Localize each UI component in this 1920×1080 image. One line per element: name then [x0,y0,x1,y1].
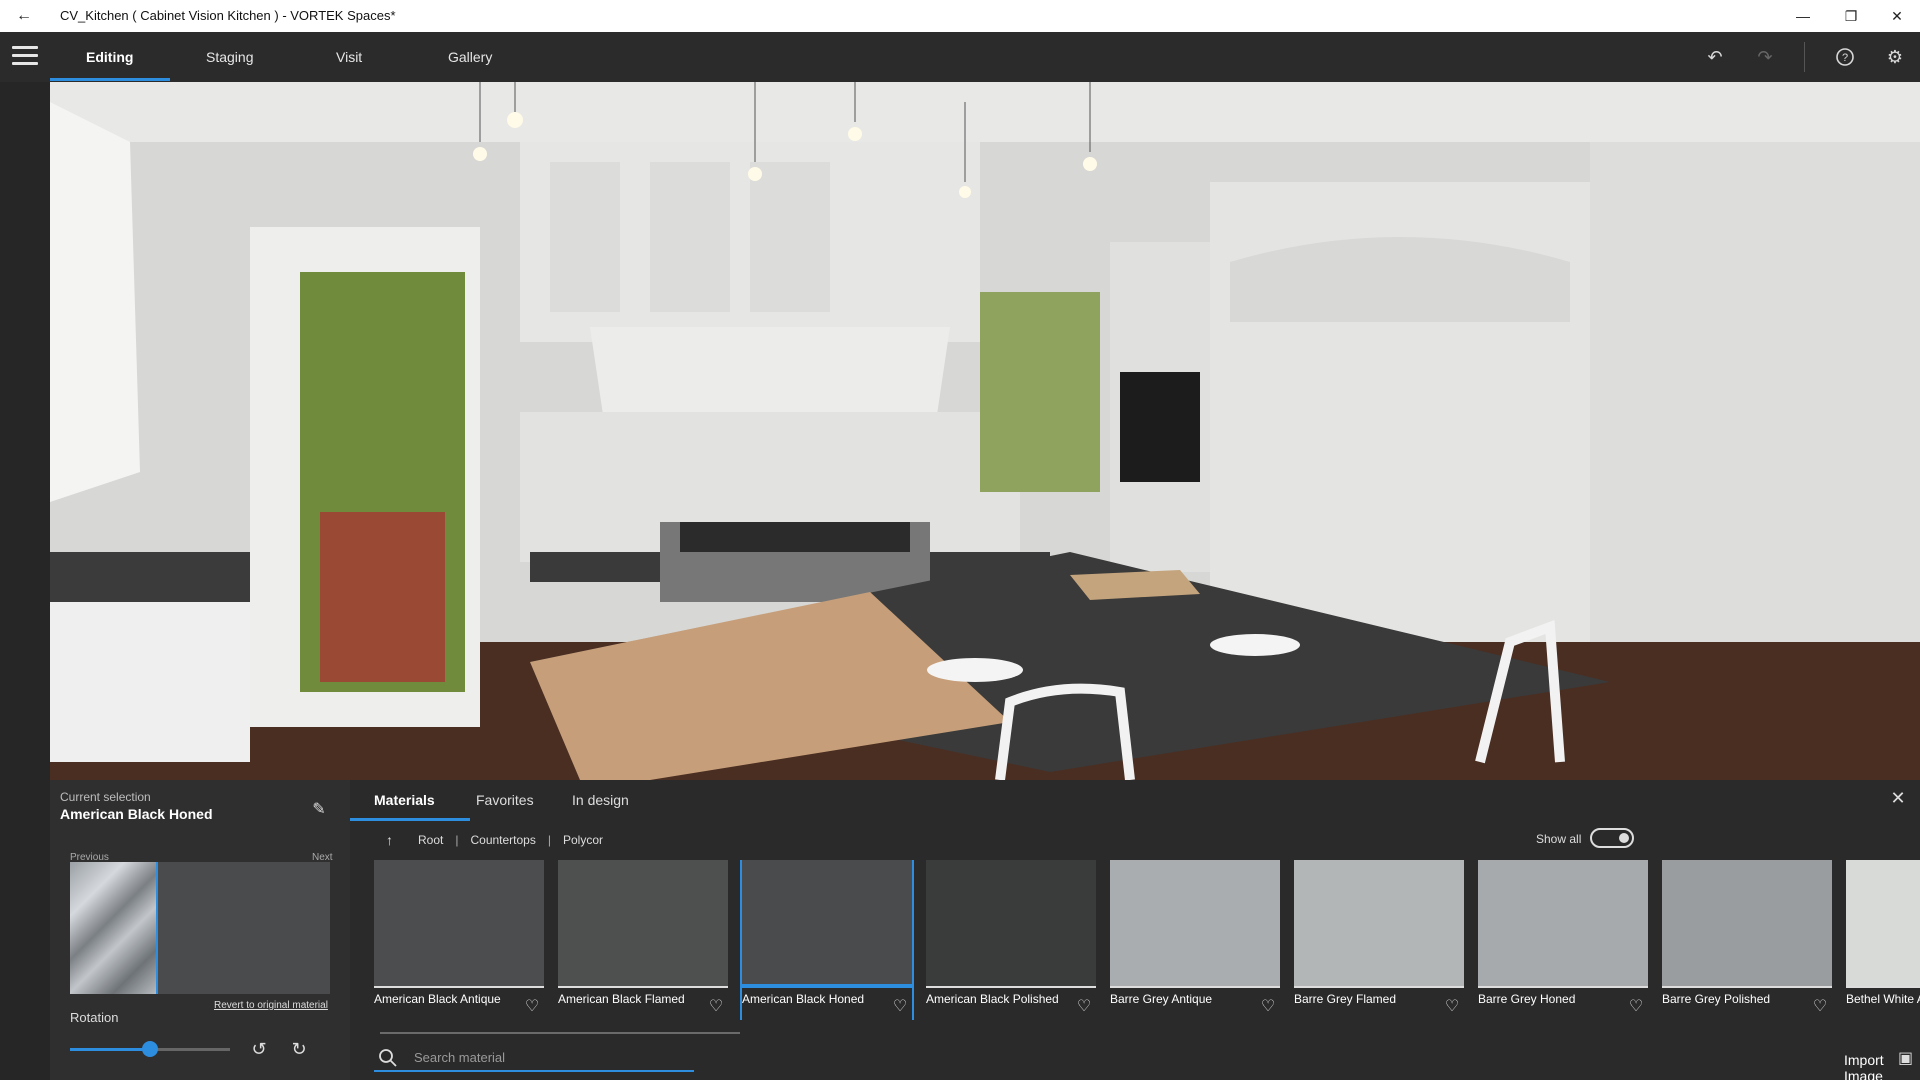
minimize-button[interactable]: — [1780,0,1826,32]
breadcrumb: ↑ Root | Countertops | Polycor [386,830,603,850]
material-tile[interactable]: American Black Honed ♡ [740,860,914,1020]
edit-pencil-icon[interactable]: ✎ [308,798,330,820]
material-tile[interactable]: Barre Grey Flamed ♡ [1294,860,1464,1020]
tab-visit[interactable]: Visit [336,32,362,82]
material-tile[interactable]: Barre Grey Polished ♡ [1662,860,1832,1020]
show-all-label: Show all [1536,832,1582,846]
material-name: Barre Grey Polished [1662,992,1771,1006]
settings-icon[interactable]: ⚙ [1880,44,1910,70]
material-swatch [374,860,544,988]
materials-tab-indicator [350,818,470,821]
up-arrow-icon[interactable]: ↑ [386,832,402,848]
3d-viewport[interactable] [50,82,1920,780]
close-panel-icon[interactable]: ✕ [1886,786,1910,810]
rotate-right-icon[interactable]: ↻ [286,1036,312,1062]
material-swatch [1478,860,1648,988]
heart-icon[interactable]: ♡ [890,996,910,1016]
material-name: Barre Grey Honed [1478,992,1576,1006]
material-name: Barre Grey Flamed [1294,992,1397,1006]
tab-staging[interactable]: Staging [206,32,253,82]
materials-browser: Materials Favorites In design ✕ ↑ Root |… [350,780,1920,1080]
revert-link[interactable]: Revert to original material [214,1000,328,1011]
undo-icon[interactable]: ↶ [1700,44,1730,70]
material-name: American Black Honed [742,992,865,1006]
material-name: Barre Grey Antique [1110,992,1213,1006]
toggle-knob [1619,833,1629,843]
search-input[interactable]: Search material [414,1050,505,1065]
material-swatch [1662,860,1832,988]
tab-gallery[interactable]: Gallery [448,32,492,82]
rotation-label: Rotation [70,1010,119,1025]
previous-material-swatch [70,862,156,994]
breadcrumb-root[interactable]: Root [418,833,443,847]
heart-icon[interactable]: ♡ [522,996,542,1016]
material-swatch [742,860,912,988]
material-swatch [1110,860,1280,988]
breadcrumb-separator: | [547,833,551,847]
material-swatch [1294,860,1464,988]
title-bar: ← CV_Kitchen ( Cabinet Vision Kitchen ) … [0,0,1920,32]
restore-button[interactable]: ❐ [1828,0,1874,32]
rotation-slider-fill [70,1048,150,1051]
rotate-left-icon[interactable]: ↺ [246,1036,272,1062]
show-all-toggle[interactable] [1590,828,1634,848]
material-tile[interactable]: American Black Flamed ♡ [558,860,728,1020]
kitchen-render [50,82,1920,780]
material-tile[interactable]: Barre Grey Antique ♡ [1110,860,1280,1020]
toolbar-divider [1804,42,1805,72]
tab-favorites[interactable]: Favorites [476,792,534,808]
material-tile[interactable]: Bethel White A♡ [1846,860,1920,1020]
tab-materials[interactable]: Materials [374,792,435,808]
breadcrumb-separator: | [455,833,459,847]
material-compare-preview[interactable] [70,862,330,994]
tiles-scrollbar[interactable] [380,1032,740,1034]
heart-icon[interactable]: ♡ [1810,996,1830,1016]
app-window: ← CV_Kitchen ( Cabinet Vision Kitchen ) … [0,0,1920,1080]
search-icon [378,1048,398,1068]
breadcrumb-polycor[interactable]: Polycor [563,833,603,847]
search-box[interactable]: Search material [374,1044,694,1072]
active-tab-indicator [50,78,170,81]
material-swatch [1846,860,1920,988]
svg-text:?: ? [1842,52,1848,64]
material-name: Bethel White A [1846,992,1920,1006]
top-nav-bar: Editing Staging Visit Gallery [0,32,1920,82]
selection-panel: Current selection American Black Honed ✎… [50,780,350,1080]
heart-icon[interactable]: ♡ [706,996,726,1016]
material-tiles: American Black Antique ♡ American Black Fl… [374,860,1920,1020]
heart-icon[interactable]: ♡ [1074,996,1094,1016]
back-arrow-icon[interactable]: ← [12,6,36,26]
rotation-slider-thumb[interactable] [142,1041,158,1057]
left-strip [0,82,50,1080]
material-tile[interactable]: American Black Polished ♡ [926,860,1096,1020]
material-tile[interactable]: American Black Antique ♡ [374,860,544,1020]
heart-icon[interactable]: ♡ [1626,996,1646,1016]
material-swatch [926,860,1096,988]
redo-icon[interactable]: ↷ [1750,44,1780,70]
tab-editing[interactable]: Editing [86,32,133,82]
material-name: American Black Polished [926,992,1059,1006]
close-window-button[interactable]: ✕ [1874,0,1920,32]
material-name: American Black Antique [374,992,501,1006]
material-name: American Black Flamed [558,992,685,1006]
window-title: CV_Kitchen ( Cabinet Vision Kitchen ) - … [60,8,396,23]
heart-icon[interactable]: ♡ [1442,996,1462,1016]
hamburger-menu-icon[interactable] [12,46,38,68]
help-icon[interactable]: ? [1830,44,1860,70]
image-icon[interactable]: ▣ [1898,1048,1920,1068]
breadcrumb-countertops[interactable]: Countertops [470,833,535,847]
material-panel: Current selection American Black Honed ✎… [50,780,1920,1080]
current-selection-name: American Black Honed [60,806,213,822]
compare-divider-handle[interactable] [156,862,158,994]
material-swatch [558,860,728,988]
heart-icon[interactable]: ♡ [1258,996,1278,1016]
material-tile[interactable]: Barre Grey Honed ♡ [1478,860,1648,1020]
tab-in-design[interactable]: In design [572,792,629,808]
current-selection-label: Current selection [60,790,151,804]
